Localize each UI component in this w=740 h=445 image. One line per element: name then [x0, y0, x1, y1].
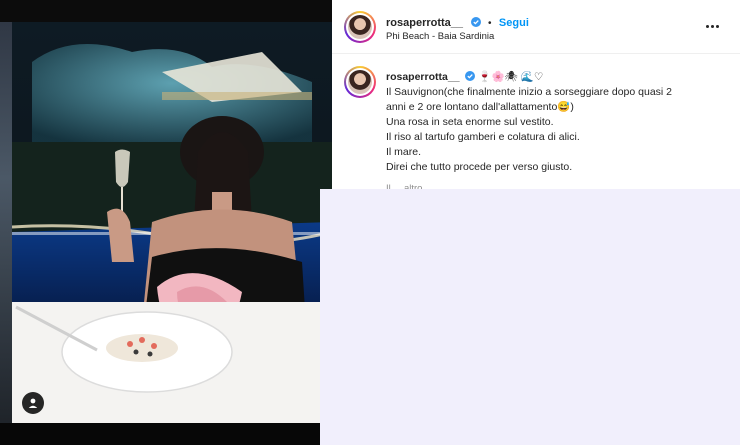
avatar-ring	[346, 13, 374, 41]
verified-badge-icon	[465, 71, 476, 81]
instagram-post-modal: rosaperrotta__ • Segui Phi Beach - Baia …	[0, 0, 740, 445]
more-options-button[interactable]	[706, 20, 722, 32]
overlay-panel	[320, 189, 740, 445]
caption-line: Il mare.	[386, 146, 422, 158]
backdrop-top	[0, 0, 332, 22]
caption-line: Il Sauvignon(che finalmente inizio a sor…	[386, 86, 673, 98]
caption-line: anni e 2 ore lontano dall'allattamento😅)	[386, 101, 574, 113]
backdrop-bottom	[0, 423, 332, 445]
dot	[711, 24, 714, 28]
caption-emojis: 🍷🌸🕷 🌊♡	[478, 71, 544, 83]
avatar-ring	[346, 68, 374, 96]
backdrop-left	[0, 0, 12, 445]
dot	[716, 24, 719, 28]
caption-first-line: rosaperrotta__ 🍷🌸🕷 🌊♡	[386, 70, 726, 85]
user-tag-button[interactable]	[22, 392, 44, 414]
separator-dot: •	[487, 18, 492, 29]
follow-button[interactable]: Segui	[499, 17, 529, 29]
three-dots-icon	[706, 24, 709, 28]
avatar-image	[348, 15, 372, 39]
verified-badge-icon	[470, 17, 481, 27]
header-title-row: rosaperrotta__ • Segui	[386, 13, 529, 31]
caption-line: Il riso al tartufo gamberi e colatura di…	[386, 131, 580, 143]
post-caption: rosaperrotta__ 🍷🌸🕷 🌊♡ Il Sauvignon(che f…	[386, 70, 726, 175]
author-avatar[interactable]	[344, 11, 376, 43]
post-location[interactable]: Phi Beach - Baia Sardinia	[386, 31, 494, 42]
post-photo[interactable]	[12, 22, 332, 423]
caption-line: Una rosa in seta enorme sul vestito.	[386, 116, 554, 128]
caption-username[interactable]: rosaperrotta__	[386, 71, 460, 83]
post-photo-illustration	[12, 22, 332, 423]
avatar-image	[348, 70, 372, 94]
caption-author-avatar[interactable]	[344, 66, 376, 98]
user-icon	[28, 398, 38, 408]
caption-line: Direi che tutto procede per verso giusto…	[386, 161, 573, 173]
post-header: rosaperrotta__ • Segui Phi Beach - Baia …	[332, 0, 740, 54]
author-username[interactable]: rosaperrotta__	[386, 17, 463, 29]
